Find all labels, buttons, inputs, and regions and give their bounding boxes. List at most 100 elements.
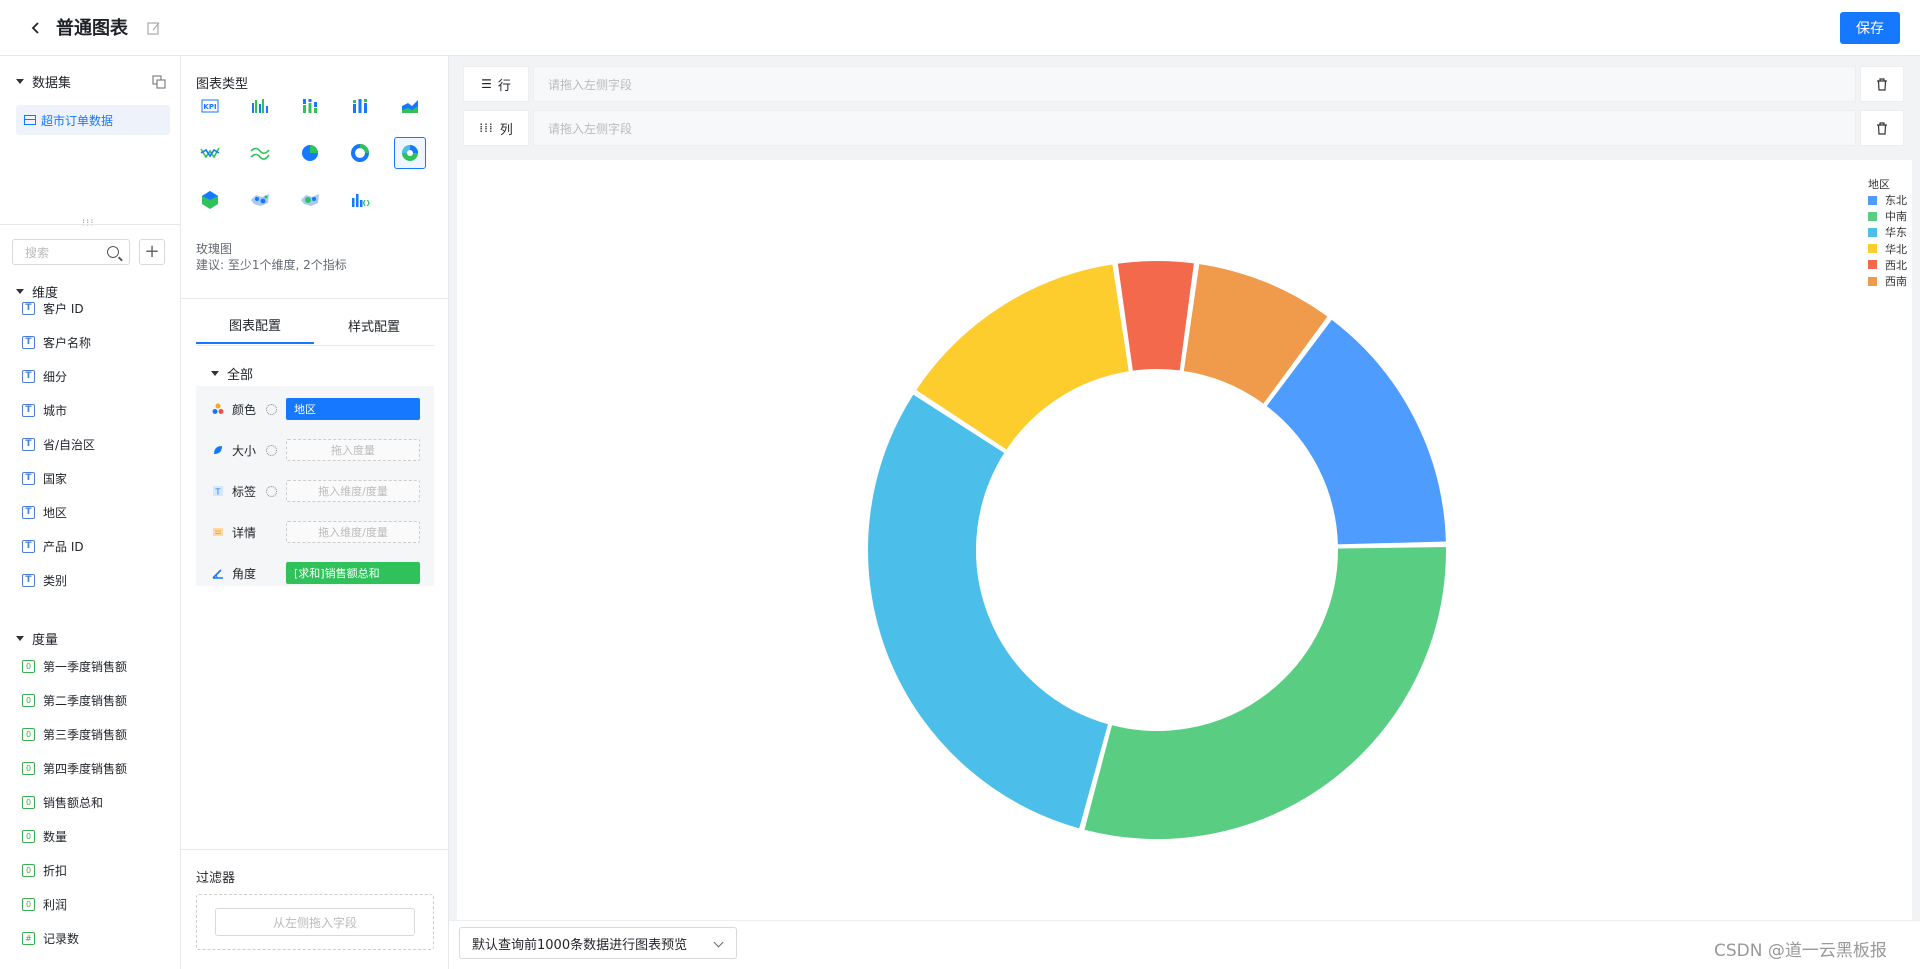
dimension-field[interactable]: T 省/自治区 — [22, 434, 95, 454]
percent-bar-icon[interactable] — [344, 90, 376, 122]
dimension-field-label: 客户名称 — [43, 335, 92, 350]
measure-field[interactable]: 0 折扣 — [22, 860, 67, 880]
measure-field[interactable]: # 记录数 — [22, 928, 79, 948]
config-group-toggle[interactable]: 全部 — [211, 364, 253, 383]
edit-icon[interactable] — [146, 20, 162, 36]
legend-swatch — [1868, 227, 1877, 237]
kpi-icon[interactable]: KPI — [194, 90, 226, 122]
config-row-detail: 详情 拖入维度/度量 — [196, 515, 434, 549]
scatter-map-icon[interactable] — [244, 184, 276, 216]
legend-item[interactable]: 东北 — [1868, 193, 1907, 207]
legend-item[interactable]: 中南 — [1868, 209, 1907, 223]
dataset-section-toggle[interactable]: 数据集 — [16, 72, 71, 91]
caret-down-icon — [16, 79, 24, 84]
angle-field-pill[interactable]: [求和]销售额总和 — [286, 562, 420, 584]
field-search-input[interactable]: 搜索 — [12, 239, 130, 265]
measure-field[interactable]: 0 第三季度销售额 — [22, 724, 127, 744]
legend-item[interactable]: 西南 — [1868, 274, 1907, 288]
watermark: CSDN @道一云黑板报 — [1714, 941, 1887, 961]
gear-icon[interactable] — [266, 485, 277, 497]
text-type-icon: T — [22, 471, 35, 485]
pie-icon[interactable] — [294, 137, 326, 169]
legend-swatch — [1868, 276, 1877, 286]
legend-item[interactable]: 华东 — [1868, 225, 1907, 239]
tab-style-config[interactable]: 样式配置 — [314, 306, 434, 344]
label-drop-zone[interactable]: 拖入维度/度量 — [286, 480, 420, 502]
dimension-field[interactable]: T 细分 — [22, 366, 67, 386]
wave-line-icon[interactable] — [244, 137, 276, 169]
dimension-field[interactable]: T 客户 ID — [22, 298, 84, 318]
preview-limit-select[interactable]: 默认查询前1000条数据进行图表预览 — [459, 927, 737, 959]
legend-item[interactable]: 西北 — [1868, 258, 1907, 272]
donut-icon[interactable] — [344, 137, 376, 169]
detail-drop-zone[interactable]: 拖入维度/度量 — [286, 521, 420, 543]
measure-field[interactable]: 0 第一季度销售额 — [22, 656, 127, 676]
chevron-down-icon — [713, 937, 724, 948]
measure-field-label: 利润 — [43, 897, 68, 912]
measure-field[interactable]: 0 利润 — [22, 894, 67, 914]
dataset-item[interactable]: 超市订单数据 — [16, 105, 170, 135]
back-icon[interactable] — [24, 16, 48, 40]
legend-label: 华东 — [1885, 226, 1907, 240]
config-row-color: 颜色 地区 — [196, 392, 434, 426]
config-panel: 图表类型 KPI 玫瑰图 建议: 至少1个维度, 2个指标 图表配置 样式配置 … — [181, 56, 449, 969]
measure-field[interactable]: 0 数量 — [22, 826, 67, 846]
dimension-field[interactable]: T 地区 — [22, 502, 67, 522]
chart-canvas: ☰ 行 请拖入左侧字段 ⁞⁞⁞ 列 请拖入左侧字段 地区 东北 中南 华东 华北 西北西… — [449, 56, 1920, 969]
save-button[interactable]: 保存 — [1840, 12, 1900, 44]
column-drop-zone[interactable]: 请拖入左侧字段 — [533, 110, 1856, 146]
config-row-size: 大小 拖入度量 — [196, 433, 434, 467]
dimension-field[interactable]: T 产品 ID — [22, 536, 84, 556]
gear-icon[interactable] — [266, 403, 277, 415]
size-drop-zone[interactable]: 拖入度量 — [286, 439, 420, 461]
dimension-field[interactable]: T 国家 — [22, 468, 67, 488]
area-icon[interactable] — [394, 90, 426, 122]
text-type-icon: T — [22, 573, 35, 587]
dimension-field[interactable]: T 城市 — [22, 400, 67, 420]
number-type-icon: 0 — [22, 693, 35, 707]
donut-slice-1[interactable] — [1082, 545, 1448, 841]
dimension-field[interactable]: T 客户名称 — [22, 332, 91, 352]
measure-field[interactable]: 0 第四季度销售额 — [22, 758, 127, 778]
measure-field-label: 数量 — [43, 829, 68, 844]
donut-slice-4[interactable] — [1115, 259, 1196, 373]
legend-label: 西南 — [1885, 275, 1907, 288]
row-delete-button[interactable] — [1860, 66, 1904, 102]
color-icon — [212, 403, 224, 414]
color-field-pill[interactable]: 地区 — [286, 398, 420, 420]
row-drop-zone[interactable]: 请拖入左侧字段 — [533, 66, 1856, 102]
stacked-bar-icon[interactable] — [294, 90, 326, 122]
list-icon: ☰ — [481, 77, 492, 91]
code-chart-icon[interactable] — [344, 184, 376, 216]
tab-chart-config[interactable]: 图表配置 — [196, 306, 314, 344]
config-label-color: 颜色 — [232, 402, 257, 417]
line-icon[interactable] — [194, 137, 226, 169]
switch-dataset-icon[interactable] — [152, 74, 166, 89]
grouped-bar-icon[interactable] — [244, 90, 276, 122]
number-type-icon: 0 — [22, 795, 35, 809]
donut-slice-2[interactable] — [866, 392, 1111, 831]
measure-section-toggle[interactable]: 度量 — [16, 629, 58, 648]
measure-field[interactable]: 0 销售额总和 — [22, 792, 103, 812]
divider — [0, 224, 181, 225]
legend-swatch — [1868, 211, 1877, 221]
dimension-field-label: 类别 — [43, 573, 68, 588]
filter-placeholder[interactable]: 从左侧拖入字段 — [215, 908, 415, 936]
text-type-icon: T — [22, 539, 35, 553]
column-delete-button[interactable] — [1860, 110, 1904, 146]
measure-field[interactable]: 0 第二季度销售额 — [22, 690, 127, 710]
column-shelf-label: ⁞⁞⁞ 列 — [463, 110, 529, 146]
legend-item[interactable]: 华北 — [1868, 242, 1907, 256]
divider — [181, 298, 449, 299]
bubble-map-icon[interactable] — [294, 184, 326, 216]
top-bar: 普通图表 保存 — [0, 0, 1920, 56]
dataset-item-label: 超市订单数据 — [41, 113, 114, 128]
search-placeholder: 搜索 — [25, 245, 50, 260]
gear-icon[interactable] — [266, 444, 277, 456]
rose-icon[interactable] — [394, 137, 426, 169]
add-field-button[interactable]: + — [139, 239, 165, 265]
filter-drop-zone[interactable]: 从左侧拖入字段 — [196, 894, 434, 950]
dimension-field[interactable]: T 类别 — [22, 570, 67, 590]
map-icon[interactable] — [194, 184, 226, 216]
text-type-icon: T — [22, 437, 35, 451]
